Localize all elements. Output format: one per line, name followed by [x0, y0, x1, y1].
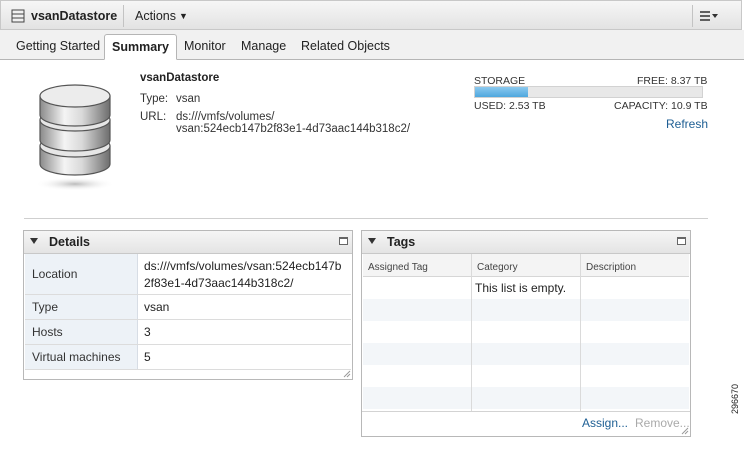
details-value: 3: [144, 325, 151, 339]
storage-used: USED: 2.53 TB: [474, 100, 546, 112]
details-panel: Details Location ds:///vmfs/volumes/vsan…: [23, 230, 353, 380]
tab-monitor[interactable]: Monitor: [184, 39, 226, 53]
database-icon: [35, 84, 115, 191]
details-key-cell: Type: [25, 295, 138, 319]
details-row: Type vsan: [25, 295, 351, 320]
resize-grip-icon[interactable]: [680, 426, 689, 435]
url-value-line2: vsan:524ecb147b2f83e1-4d73aac144b318c2/: [176, 123, 411, 135]
table-row: [363, 299, 689, 321]
details-key-cell: Location: [25, 254, 138, 294]
tab-summary[interactable]: Summary: [104, 34, 177, 60]
tags-panel-header: Tags: [362, 231, 690, 254]
details-row: Virtual machines 5: [25, 345, 351, 370]
details-value: 2f83e1-4d73aac144b318c2/: [144, 276, 294, 290]
datastore-name: vsanDatastore: [140, 72, 220, 84]
details-panel-title: Details: [49, 235, 90, 249]
details-key: Hosts: [32, 325, 63, 339]
details-row: Hosts 3: [25, 320, 351, 345]
column-divider: [471, 254, 472, 411]
object-title: vsanDatastore: [31, 9, 118, 23]
url-value-line1: ds:///vmfs/volumes/: [176, 111, 275, 123]
tab-getting-started[interactable]: Getting Started: [16, 39, 100, 53]
maximize-icon[interactable]: [677, 237, 686, 245]
storage-capacity: CAPACITY: 10.9 TB: [614, 100, 708, 112]
details-row: Location ds:///vmfs/volumes/vsan:524ecb1…: [25, 254, 351, 295]
object-toolbar: vsanDatastore Actions ▼: [0, 0, 742, 30]
assign-tag-button[interactable]: Assign...: [582, 416, 628, 430]
details-value: 5: [144, 350, 151, 364]
actions-label: Actions: [135, 9, 176, 23]
tab-bar: Getting Started Summary Monitor Manage R…: [0, 30, 744, 60]
tags-panel: Tags Assigned Tag Category Description T…: [361, 230, 691, 437]
refresh-link[interactable]: Refresh: [666, 117, 708, 131]
type-label: Type:: [140, 93, 169, 105]
resize-grip-icon[interactable]: [342, 369, 351, 378]
actions-menu-button[interactable]: Actions ▼: [135, 9, 188, 23]
figure-number: 296670: [730, 383, 740, 414]
details-key-cell: Virtual machines: [25, 345, 138, 369]
tags-footer-divider: [362, 411, 690, 412]
collapse-icon[interactable]: [368, 238, 376, 244]
details-value: ds:///vmfs/volumes/vsan:524ecb147b: [144, 259, 342, 273]
details-key: Virtual machines: [32, 350, 121, 364]
details-key: Type: [32, 300, 59, 314]
section-divider: [24, 218, 708, 219]
tags-panel-title: Tags: [387, 235, 416, 249]
details-key: Location: [32, 267, 78, 281]
tab-manage[interactable]: Manage: [241, 39, 286, 53]
storage-usage-bar: [474, 86, 703, 98]
details-panel-header: Details: [24, 231, 352, 254]
details-value: vsan: [144, 300, 170, 314]
details-key-cell: Hosts: [25, 320, 138, 344]
maximize-icon[interactable]: [339, 237, 348, 245]
toolbar-divider: [123, 5, 124, 27]
collapse-icon[interactable]: [30, 238, 38, 244]
url-label: URL:: [140, 111, 167, 123]
column-divider: [580, 254, 581, 411]
menu-list-icon[interactable]: [698, 9, 720, 23]
tab-related-objects[interactable]: Related Objects: [301, 39, 390, 53]
storage-usage-fill: [475, 87, 528, 97]
table-row: [363, 365, 689, 387]
datastore-icon: [11, 9, 25, 23]
toolbar-divider: [692, 5, 693, 27]
empty-list-message: This list is empty.: [475, 281, 567, 295]
table-row: [363, 343, 689, 365]
table-row: [363, 321, 689, 343]
table-row: [363, 387, 689, 409]
chevron-down-icon: ▼: [179, 11, 188, 21]
type-value: vsan: [176, 93, 201, 105]
